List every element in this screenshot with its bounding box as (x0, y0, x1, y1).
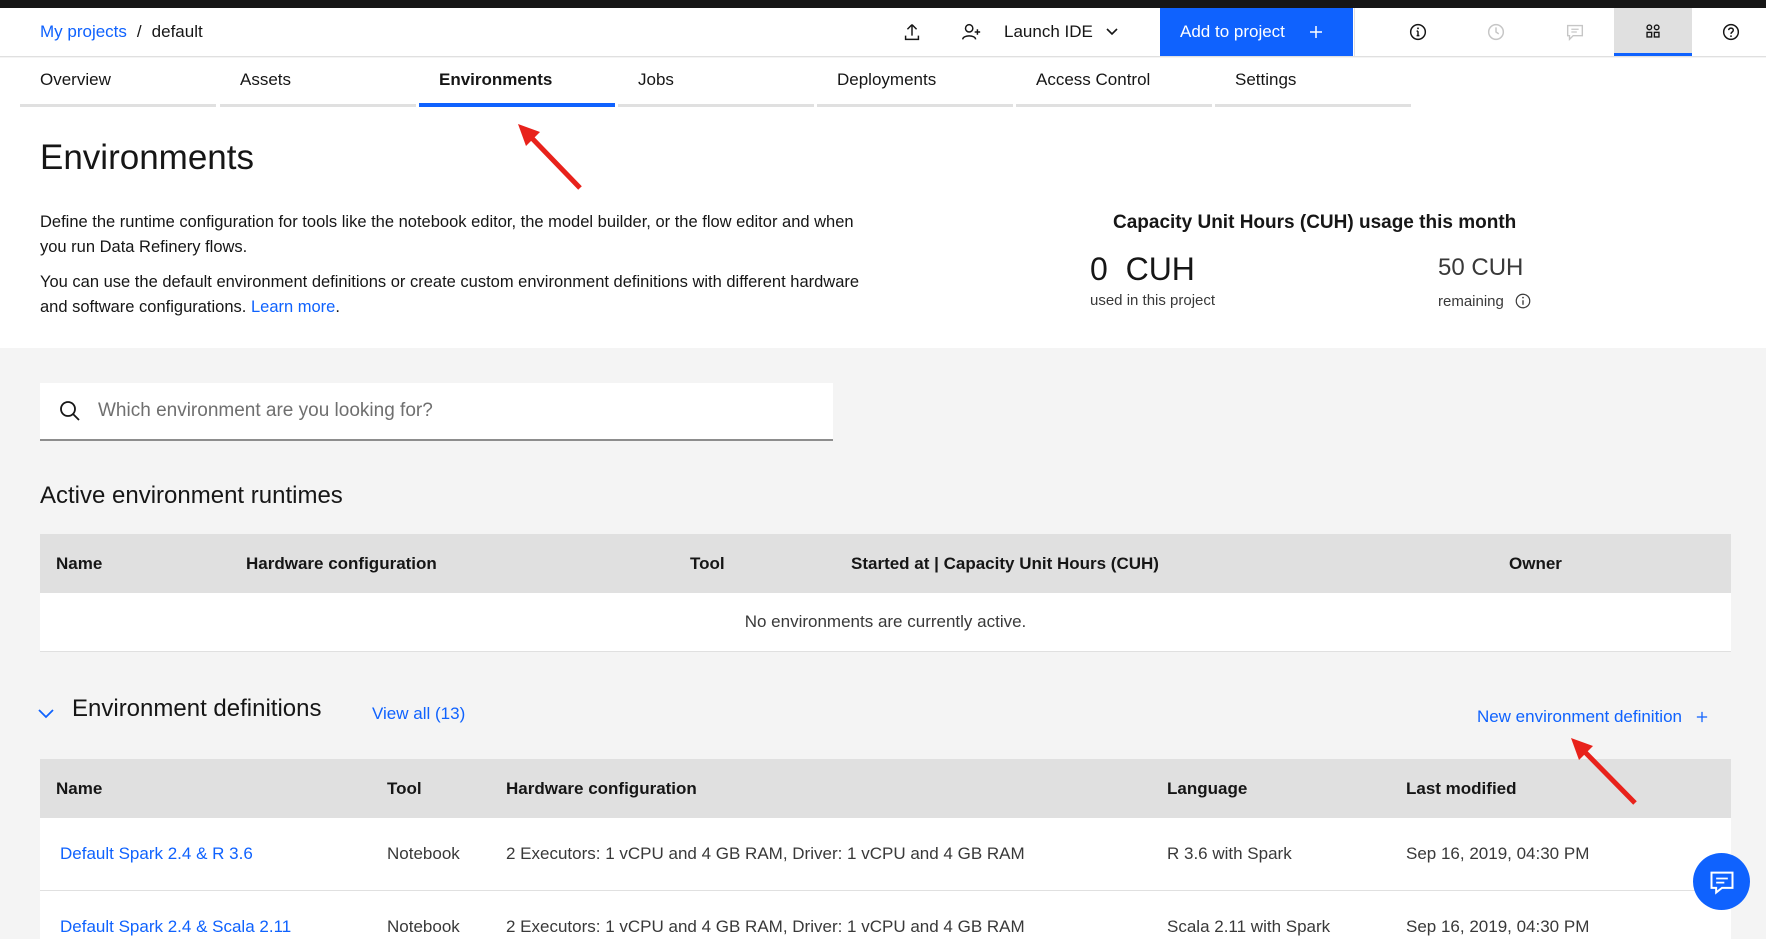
data-panel-button[interactable] (1614, 8, 1692, 56)
chat-button[interactable] (1693, 853, 1750, 910)
tab-environments[interactable]: Environments (419, 58, 615, 107)
environment-definitions-title: Environment definitions (72, 695, 322, 722)
tool-cell: Notebook (387, 844, 460, 863)
hardware-cell: 2 Executors: 1 vCPU and 4 GB RAM, Driver… (506, 917, 1025, 936)
active-runtimes-title: Active environment runtimes (40, 482, 343, 509)
tab-overview[interactable]: Overview (20, 58, 216, 107)
cuh-used-label: used in this project (1090, 292, 1216, 309)
tab-bar: Overview Assets Environments Jobs Deploy… (0, 58, 1766, 108)
table-header: Name Tool Hardware configuration Languag… (40, 759, 1731, 818)
tab-jobs[interactable]: Jobs (618, 58, 814, 107)
add-user-icon (962, 23, 981, 40)
environment-definitions-table: Name Tool Hardware configuration Languag… (40, 759, 1731, 939)
cuh-remaining-label-row: remaining (1438, 292, 1532, 310)
tab-access-control[interactable]: Access Control (1016, 58, 1212, 107)
column-header-tool[interactable]: Tool (690, 554, 725, 574)
history-button[interactable] (1457, 8, 1535, 56)
column-header-name[interactable]: Name (56, 554, 102, 574)
add-to-project-button[interactable]: Add to project (1160, 8, 1353, 56)
empty-state-message: No environments are currently active. (40, 593, 1731, 652)
launch-ide-label: Launch IDE (1004, 22, 1093, 41)
cuh-title: Capacity Unit Hours (CUH) usage this mon… (1113, 212, 1517, 233)
page-description: Define the runtime configuration for too… (40, 210, 870, 330)
launch-ide-dropdown[interactable]: Launch IDE (1004, 8, 1119, 56)
tab-settings[interactable]: Settings (1215, 58, 1411, 107)
cuh-used-value: 0 CUH (1090, 251, 1195, 287)
comment-icon (1566, 24, 1584, 41)
chevron-down-icon[interactable] (36, 703, 56, 723)
new-environment-definition-label: New environment definition (1476, 707, 1682, 726)
help-icon (1722, 23, 1740, 41)
search-input[interactable] (98, 400, 798, 422)
hardware-cell: 2 Executors: 1 vCPU and 4 GB RAM, Driver… (506, 844, 1025, 863)
active-runtimes-table: Name Hardware configuration Tool Started… (40, 534, 1731, 652)
info-icon[interactable] (1514, 292, 1532, 310)
column-header-started-at[interactable]: Started at | Capacity Unit Hours (CUH) (851, 554, 1159, 574)
history-icon (1487, 23, 1505, 41)
learn-more-link[interactable]: Learn more (251, 298, 335, 316)
intro-panel: Environments Define the runtime configur… (0, 108, 1766, 348)
column-header-last-modified[interactable]: Last modified (1406, 779, 1517, 799)
page-title: Environments (40, 138, 254, 177)
add-collaborator-button[interactable] (932, 8, 1010, 56)
table-row[interactable]: Default Spark 2.4 & Scala 2.11 Notebook … (40, 891, 1731, 939)
plus-icon (1309, 26, 1322, 38)
header-bar: My projects / default Launch IDE Add to … (0, 8, 1766, 57)
language-cell: Scala 2.11 with Spark (1167, 917, 1331, 936)
chat-icon (1710, 871, 1733, 895)
help-button[interactable] (1692, 8, 1766, 56)
tab-deployments[interactable]: Deployments (817, 58, 1013, 107)
breadcrumb-separator: / (136, 22, 142, 41)
tool-cell: Notebook (387, 917, 460, 936)
environment-definitions-header: Environment definitions View all (13) Ne… (36, 695, 1736, 735)
plus-icon (1696, 711, 1708, 723)
header-divider (1354, 8, 1355, 56)
add-to-project-label: Add to project (1180, 22, 1285, 41)
search-icon (60, 401, 80, 421)
table-row[interactable]: Default Spark 2.4 & R 3.6 Notebook 2 Exe… (40, 818, 1731, 891)
column-header-hardware[interactable]: Hardware configuration (506, 779, 697, 799)
new-environment-definition-button[interactable]: New environment definition (1477, 707, 1708, 727)
view-all-link[interactable]: View all (13) (372, 704, 465, 724)
language-cell: R 3.6 with Spark (1167, 844, 1292, 863)
info-button[interactable] (1379, 8, 1457, 56)
annotation-arrow (518, 124, 582, 190)
column-header-name[interactable]: Name (56, 779, 102, 799)
description-paragraph-2: You can use the default environment defi… (40, 270, 870, 320)
description-text: You can use the default environment defi… (40, 273, 860, 316)
breadcrumb: My projects / default (40, 22, 203, 42)
column-header-hardware[interactable]: Hardware configuration (246, 554, 437, 574)
column-header-language[interactable]: Language (1167, 779, 1247, 799)
info-icon (1409, 23, 1427, 41)
description-end: . (335, 298, 340, 316)
comments-button[interactable] (1536, 8, 1614, 56)
last-modified-cell: Sep 16, 2019, 04:30 PM (1406, 917, 1590, 936)
description-paragraph-1: Define the runtime configuration for too… (40, 213, 854, 256)
breadcrumb-my-projects[interactable]: My projects (40, 22, 127, 42)
cuh-remaining-label: remaining (1438, 292, 1504, 310)
top-strip (0, 0, 1766, 8)
breadcrumb-current: default (151, 22, 203, 41)
environment-search (40, 383, 833, 441)
data-icon (1646, 23, 1660, 38)
last-modified-cell: Sep 16, 2019, 04:30 PM (1406, 844, 1590, 863)
annotation-arrow (1571, 738, 1637, 805)
environment-name-link[interactable]: Default Spark 2.4 & R 3.6 (60, 844, 253, 864)
upload-icon (904, 24, 920, 41)
cuh-remaining-value: 50 CUH (1438, 254, 1524, 281)
table-header: Name Hardware configuration Tool Started… (40, 534, 1731, 593)
chevron-down-icon (1106, 28, 1118, 36)
environment-name-link[interactable]: Default Spark 2.4 & Scala 2.11 (60, 917, 291, 937)
column-header-tool[interactable]: Tool (387, 779, 422, 799)
tab-assets[interactable]: Assets (220, 58, 416, 107)
column-header-owner[interactable]: Owner (1509, 554, 1562, 574)
